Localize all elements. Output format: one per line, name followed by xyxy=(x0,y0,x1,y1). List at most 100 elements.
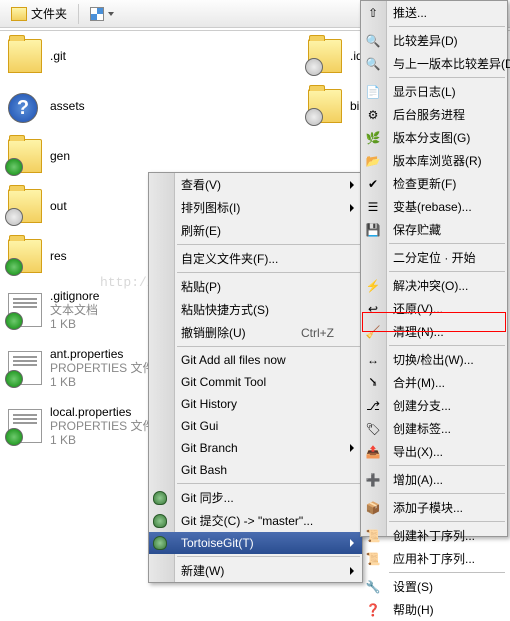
menu-diff-prev[interactable]: 🔍与上一版本比较差异(D) xyxy=(361,52,507,75)
menu-refresh[interactable]: 刷新(E) xyxy=(149,219,362,242)
status-ok-icon xyxy=(5,428,23,446)
stash-icon: 💾 xyxy=(365,222,381,238)
menu-git-add[interactable]: Git Add all files now xyxy=(149,349,362,371)
menu-git-commit-master[interactable]: Git 提交(C) -> "master"... xyxy=(149,509,362,532)
tag-icon: 🏷 xyxy=(365,421,381,437)
menu-stash-save[interactable]: 💾保存贮藏 xyxy=(361,218,507,241)
folder-git[interactable]: .git xyxy=(8,39,188,73)
status-ok-icon xyxy=(5,158,23,176)
menu-export[interactable]: 📤导出(X)... xyxy=(361,440,507,463)
menu-bg-process[interactable]: ⚙后台服务进程 xyxy=(361,103,507,126)
menu-revert[interactable]: ↩还原(V)... xyxy=(361,297,507,320)
menu-apply-patch[interactable]: 📜应用补丁序列... xyxy=(361,547,507,570)
grid-icon xyxy=(90,7,104,21)
document-icon xyxy=(8,409,42,443)
diff-icon: 🔍 xyxy=(365,33,381,49)
menu-add[interactable]: ➕增加(A)... xyxy=(361,468,507,491)
arrow-right-icon xyxy=(350,567,354,575)
tortoise-icon xyxy=(153,514,167,528)
settings-icon: 🔧 xyxy=(365,579,381,595)
menu-settings[interactable]: 🔧设置(S) xyxy=(361,575,507,598)
gear-icon: ⚙ xyxy=(365,107,381,123)
question-icon: ? xyxy=(8,89,42,123)
folder-icon xyxy=(308,39,342,73)
menu-help[interactable]: ❓帮助(H) xyxy=(361,598,507,621)
menu-merge[interactable]: ⭸合并(M)... xyxy=(361,371,507,394)
resolve-icon: ⚡ xyxy=(365,278,381,294)
menu-resolve[interactable]: ⚡解决冲突(O)... xyxy=(361,274,507,297)
menu-show-log[interactable]: 📄显示日志(L) xyxy=(361,80,507,103)
arrow-right-icon xyxy=(350,181,354,189)
menu-new[interactable]: 新建(W) xyxy=(149,559,362,582)
menu-create-branch[interactable]: ⎇创建分支... xyxy=(361,394,507,417)
folder-icon xyxy=(8,189,42,223)
folder-icon xyxy=(308,89,342,123)
menu-repo-browser[interactable]: 📂版本库浏览器(R) xyxy=(361,149,507,172)
toolbar-separator xyxy=(78,4,79,24)
help-icon: ❓ xyxy=(365,602,381,618)
folders-button[interactable]: 文件夹 xyxy=(4,2,74,25)
menu-git-sync[interactable]: Git 同步... xyxy=(149,486,362,509)
patch-icon: 📜 xyxy=(365,551,381,567)
menu-submodule[interactable]: 📦添加子模块... xyxy=(361,496,507,519)
submodule-icon: 📦 xyxy=(365,500,381,516)
cleanup-icon: 🧹 xyxy=(365,324,381,340)
menu-view[interactable]: 查看(V) xyxy=(149,173,362,196)
context-menu: 查看(V) 排列图标(I) 刷新(E) 自定义文件夹(F)... 粘贴(P) 粘… xyxy=(148,172,363,583)
browser-icon: 📂 xyxy=(365,153,381,169)
menu-sort[interactable]: 排列图标(I) xyxy=(149,196,362,219)
menu-tortoisegit[interactable]: TortoiseGit(T) xyxy=(149,532,362,554)
menu-git-gui[interactable]: Git Gui xyxy=(149,415,362,437)
revert-icon: ↩ xyxy=(365,301,381,317)
menu-create-patch[interactable]: 📜创建补丁序列... xyxy=(361,524,507,547)
tortoise-icon xyxy=(153,491,167,505)
push-icon: ⇧ xyxy=(365,5,381,21)
menu-undo-delete[interactable]: 撤销删除(U)Ctrl+Z xyxy=(149,321,362,344)
add-icon: ➕ xyxy=(365,472,381,488)
menu-rebase[interactable]: ☰变基(rebase)... xyxy=(361,195,507,218)
switch-icon: ↔ xyxy=(365,352,381,368)
folder-icon xyxy=(8,139,42,173)
menu-diff[interactable]: 🔍比较差异(D) xyxy=(361,29,507,52)
folder-assets[interactable]: ? assets xyxy=(8,89,188,123)
menu-bisect[interactable]: 二分定位 · 开始 xyxy=(361,246,507,269)
graph-icon: 🌿 xyxy=(365,130,381,146)
folder-gen[interactable]: gen xyxy=(8,139,188,173)
tortoisegit-submenu: ⇧推送... 🔍比较差异(D) 🔍与上一版本比较差异(D) 📄显示日志(L) ⚙… xyxy=(360,0,508,537)
menu-rev-graph[interactable]: 🌿版本分支图(G) xyxy=(361,126,507,149)
diff-icon: 🔍 xyxy=(365,56,381,72)
check-icon: ✔ xyxy=(365,176,381,192)
menu-switch[interactable]: ↔切换/检出(W)... xyxy=(361,348,507,371)
menu-create-tag[interactable]: 🏷创建标签... xyxy=(361,417,507,440)
status-ok-icon xyxy=(5,370,23,388)
status-ok-icon xyxy=(5,258,23,276)
folder-icon xyxy=(11,7,27,21)
menu-paste[interactable]: 粘贴(P) xyxy=(149,275,362,298)
menu-push[interactable]: ⇧推送... xyxy=(361,1,507,24)
arrow-right-icon xyxy=(350,204,354,212)
arrow-right-icon xyxy=(350,539,354,547)
folder-icon xyxy=(8,239,42,273)
chevron-down-icon xyxy=(108,12,114,16)
patch-icon: 📜 xyxy=(365,528,381,544)
menu-git-history[interactable]: Git History xyxy=(149,393,362,415)
document-icon xyxy=(8,293,42,327)
status-ok-icon xyxy=(5,312,23,330)
tortoise-icon xyxy=(153,536,167,550)
merge-icon: ⭸ xyxy=(365,375,381,391)
menu-cleanup[interactable]: 🧹清理(N)... xyxy=(361,320,507,343)
view-mode-button[interactable] xyxy=(83,4,121,24)
folder-icon xyxy=(8,39,42,73)
status-overlay-icon xyxy=(305,108,323,126)
status-overlay-icon xyxy=(5,208,23,226)
menu-custom-folder[interactable]: 自定义文件夹(F)... xyxy=(149,247,362,270)
menu-git-commit-tool[interactable]: Git Commit Tool xyxy=(149,371,362,393)
rebase-icon: ☰ xyxy=(365,199,381,215)
menu-check-update[interactable]: ✔检查更新(F) xyxy=(361,172,507,195)
export-icon: 📤 xyxy=(365,444,381,460)
branch-icon: ⎇ xyxy=(365,398,381,414)
menu-git-bash[interactable]: Git Bash xyxy=(149,459,362,481)
log-icon: 📄 xyxy=(365,84,381,100)
menu-git-branch[interactable]: Git Branch xyxy=(149,437,362,459)
menu-paste-shortcut[interactable]: 粘贴快捷方式(S) xyxy=(149,298,362,321)
